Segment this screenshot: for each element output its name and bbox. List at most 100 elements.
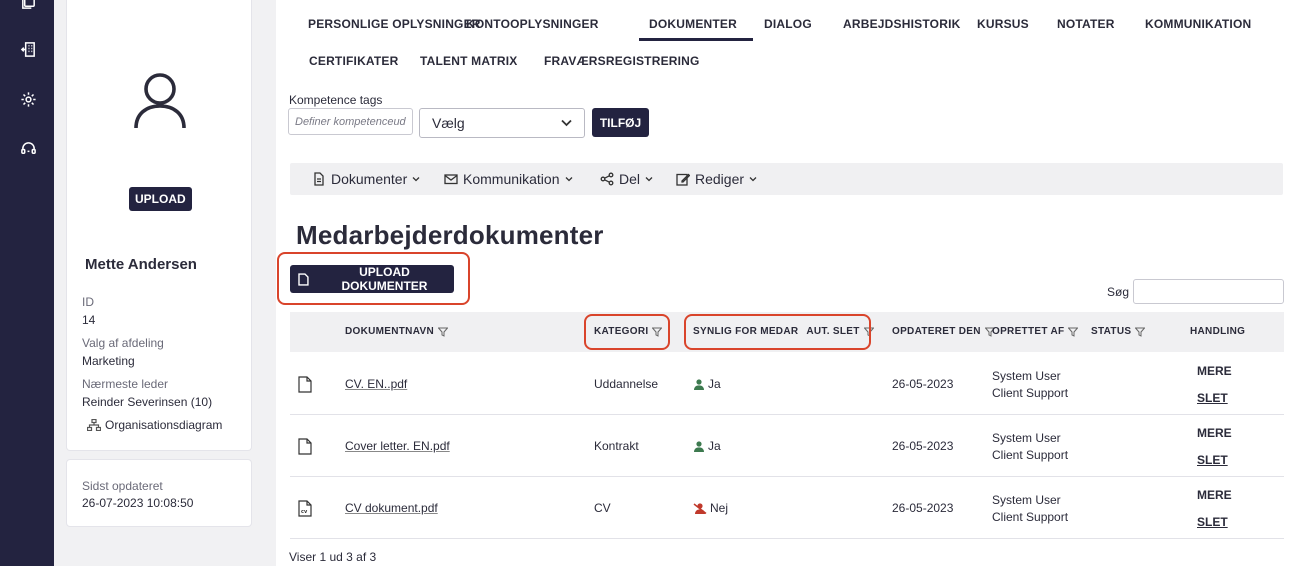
support-headset-icon[interactable] [19,139,37,157]
page-title: Medarbejderdokumenter [296,220,604,250]
department-value: Marketing [82,354,135,368]
col-status-label: STATUS [1091,326,1132,337]
chevron-down-icon [561,119,572,127]
tab-communication[interactable]: KOMMUNIKATION [1145,17,1251,31]
main-panel: PERSONLIGE OPLYSNINGER KONTOOPLYSNINGER … [276,0,1294,566]
competence-tag-select[interactable]: Vælg [419,108,585,138]
department-label: Valg af afdeling [82,336,164,350]
document-icon [314,172,324,186]
chevron-down-icon [749,177,757,182]
avatar-icon [132,70,188,130]
add-tag-button[interactable]: TILFØJ [592,108,649,137]
tab-documents[interactable]: DOKUMENTER [639,17,753,41]
created-by-support: Client Support [992,510,1069,524]
search-label: Søg [1107,285,1130,299]
document-icon [298,272,309,286]
id-value: 14 [82,313,96,327]
org-chart-icon [87,419,101,431]
tab-notes[interactable]: NOTATER [1057,17,1115,31]
profile-card: UPLOAD Mette Andersen ID 14 Valg af afde… [66,0,252,451]
col-updated[interactable]: OPDATERET DEN [892,326,995,337]
tab-absence[interactable]: FRAVÆRSREGISTRERING [544,54,700,68]
tab-dialog[interactable]: DIALOG [764,17,812,31]
employee-name: Mette Andersen [85,256,197,273]
created-by-support: Client Support [992,386,1069,400]
visible-value: Nej [710,501,729,515]
share-menu-label: Del [619,171,641,187]
manager-value: Reinder Severinsen (10) [82,395,213,409]
upload-documents-label: UPLOAD DOKUMENTER [341,265,428,293]
table-row: cv CV dokument.pdf CV Nej 26-05-2023 Sys… [290,477,1284,539]
user-visible-icon [694,378,704,390]
updated-cell: 26-05-2023 [892,377,954,391]
tab-work-history[interactable]: ARBEJDSHISTORIK [843,17,960,31]
last-updated-card: Sidst opdateret 26-07-2023 10:08:50 [66,459,252,527]
category-cell: CV [594,501,611,515]
tab-courses[interactable]: KURSUS [977,17,1029,31]
updated-cell: 26-05-2023 [892,439,954,453]
svg-text:cv: cv [301,509,308,515]
org-chart-link[interactable]: Organisationsdiagram [87,418,222,432]
more-button[interactable]: MERE [1197,364,1232,378]
filter-icon[interactable] [1068,327,1079,337]
created-by-user: System User [992,493,1061,507]
tab-certificates[interactable]: CERTIFIKATER [309,54,399,68]
table-row: Cover letter. EN.pdf Kontrakt Ja 26-05-2… [290,415,1284,477]
upload-documents-button[interactable]: UPLOAD DOKUMENTER [290,265,454,293]
building-icon[interactable] [19,40,37,58]
org-chart-label: Organisationsdiagram [105,418,223,432]
more-button[interactable]: MERE [1197,426,1232,440]
tab-personal-info[interactable]: PERSONLIGE OPLYSNINGER [308,17,481,31]
visible-cell: Ja [693,377,721,391]
file-icon [298,376,312,393]
more-button[interactable]: MERE [1197,488,1232,502]
tab-account-info[interactable]: KONTOOPLYSNINGER [466,17,599,31]
id-label: ID [82,295,94,309]
delete-button[interactable]: SLET [1197,515,1228,529]
documents-menu-label: Dokumenter [331,171,408,187]
category-cell: Uddannelse [594,377,659,391]
category-cell: Kontrakt [594,439,639,453]
delete-button[interactable]: SLET [1197,391,1228,405]
chevron-down-icon [565,177,572,182]
competence-tags-label: Kompetence tags [289,93,383,107]
delete-button[interactable]: SLET [1197,453,1228,467]
created-by-user: System User [992,431,1061,445]
gear-icon[interactable] [19,90,37,108]
document-name-link[interactable]: CV. EN..pdf [345,377,407,391]
documents-menu[interactable]: Dokumenter [312,163,420,195]
competence-tag-input[interactable] [288,108,413,135]
col-document-name[interactable]: DOKUMENTNAVN [345,326,448,337]
tab-talent-matrix[interactable]: TALENT MATRIX [420,54,517,68]
communication-menu[interactable]: Kommunikation [444,163,573,195]
col-action: HANDLING [1190,326,1245,337]
last-updated-label: Sidst opdateret [82,479,163,493]
visible-cell: Nej [693,501,728,515]
documents-icon[interactable] [19,0,37,10]
last-updated-value: 26-07-2023 10:08:50 [82,496,194,510]
document-name-link[interactable]: CV dokument.pdf [345,501,438,515]
envelope-icon [444,174,458,185]
share-menu[interactable]: Del [600,163,653,195]
user-hidden-icon [693,502,707,514]
user-visible-icon [694,440,704,452]
document-name-link[interactable]: Cover letter. EN.pdf [345,439,450,453]
edit-menu[interactable]: Rediger [676,163,757,195]
search-input[interactable] [1133,279,1284,304]
app-rail [0,0,54,566]
cv-file-icon: cv [298,500,312,517]
col-status[interactable]: STATUS [1091,326,1146,337]
col-created-by[interactable]: OPRETTET AF [992,326,1079,337]
visible-value: Ja [708,439,721,453]
table-row: CV. EN..pdf Uddannelse Ja 26-05-2023 Sys… [290,353,1284,415]
col-action-label: HANDLING [1190,326,1246,337]
updated-cell: 26-05-2023 [892,501,954,515]
manager-label: Nærmeste leder [82,377,169,391]
upload-photo-button[interactable]: UPLOAD [129,187,192,211]
filter-icon[interactable] [1135,327,1146,337]
document-toolbar: Dokumenter Kommunikation Del Rediger [290,163,1283,195]
file-icon [298,438,312,455]
col-created-by-label: OPRETTET AF [992,326,1065,337]
filter-icon[interactable] [437,327,448,337]
visible-cell: Ja [693,439,721,453]
